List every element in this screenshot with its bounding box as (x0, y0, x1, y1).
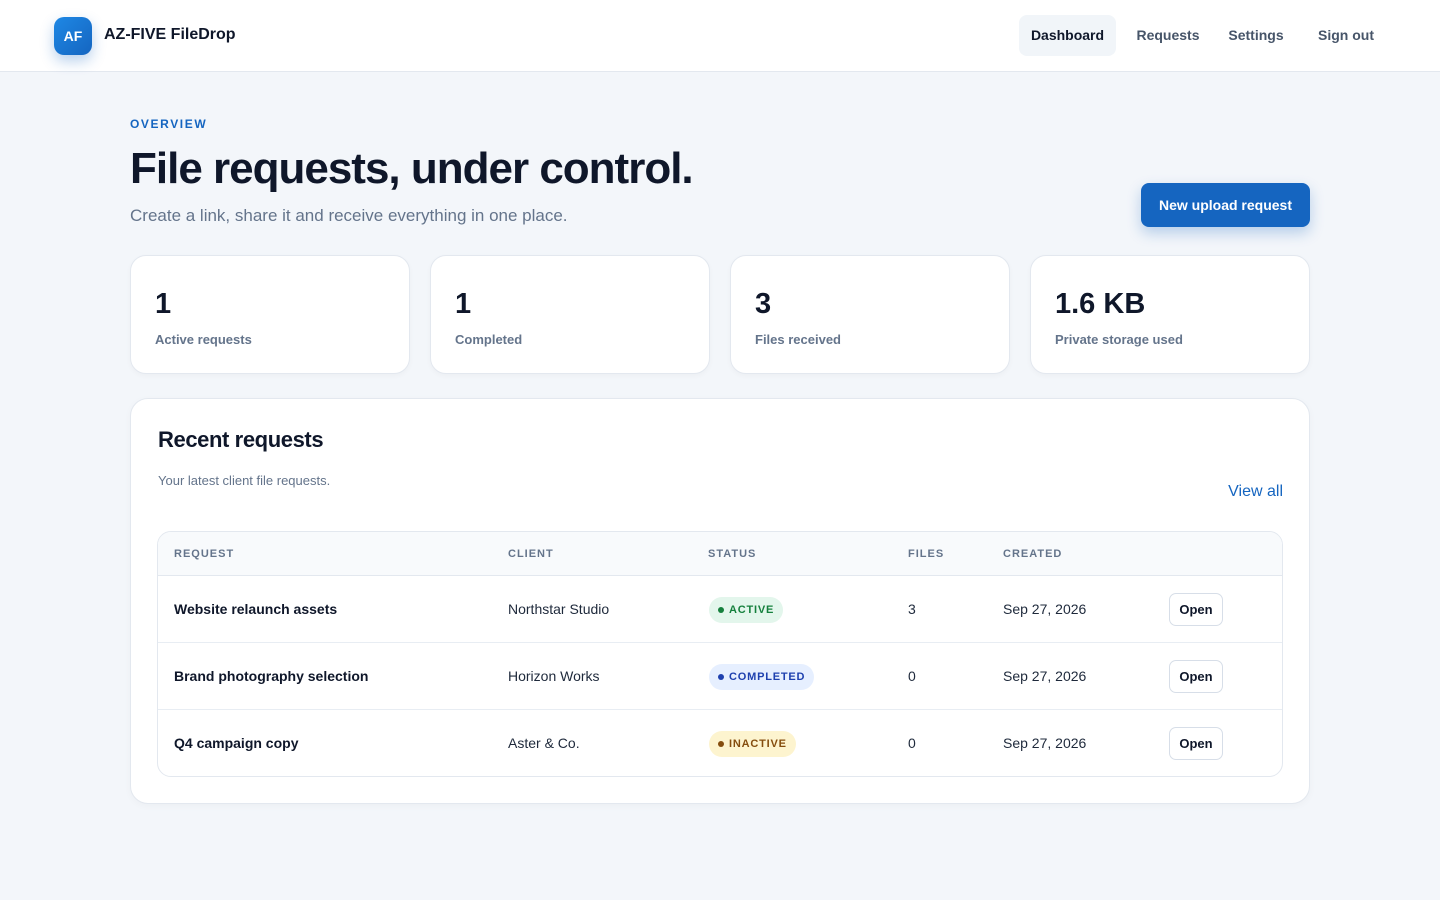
section-eyebrow: OVERVIEW (130, 117, 208, 131)
created-date: Sep 27, 2026 (1003, 668, 1087, 684)
client-name: Aster & Co. (508, 735, 580, 751)
panel-title: Recent requests (158, 427, 324, 452)
new-upload-request-button[interactable]: New upload request (1141, 183, 1310, 227)
created-date: Sep 27, 2026 (1003, 601, 1087, 617)
status-badge: INACTIVE (709, 731, 796, 757)
nav-dashboard[interactable]: Dashboard (1019, 15, 1116, 56)
file-count: 0 (908, 668, 916, 684)
open-request-button[interactable]: Open (1169, 593, 1223, 626)
requests-table: REQUEST CLIENT STATUS FILES CREATED Webs… (157, 531, 1283, 777)
column-header-status[interactable]: STATUS (708, 548, 756, 560)
stat-card-completed: 1 Completed (430, 255, 710, 374)
stat-label: Active requests (155, 332, 252, 347)
stat-value: 1 (455, 288, 472, 320)
view-all-link[interactable]: View all (1228, 483, 1283, 501)
status-badge: COMPLETED (709, 664, 815, 690)
table-row[interactable]: Q4 campaign copy Aster & Co. INACTIVE 0 … (158, 710, 1282, 776)
column-header-request[interactable]: REQUEST (174, 548, 234, 560)
stat-label: Completed (455, 332, 523, 347)
request-name[interactable]: Website relaunch assets (174, 576, 337, 643)
stat-card-storage-used: 1.6 KB Private storage used (1030, 255, 1310, 374)
stat-card-active-requests: 1 Active requests (130, 255, 410, 374)
created-date: Sep 27, 2026 (1003, 735, 1087, 751)
column-header-files[interactable]: FILES (908, 548, 944, 560)
table-row[interactable]: Website relaunch assets Northstar Studio… (158, 576, 1282, 643)
client-name: Northstar Studio (508, 601, 610, 617)
stat-card-files-received: 3 Files received (730, 255, 1010, 374)
client-name: Horizon Works (508, 668, 600, 684)
stat-value: 1.6 KB (1055, 288, 1146, 320)
open-request-button[interactable]: Open (1169, 727, 1223, 760)
nav-requests[interactable]: Requests (1128, 15, 1208, 56)
column-header-created[interactable]: CREATED (1003, 548, 1062, 560)
stat-value: 1 (155, 288, 172, 320)
file-count: 3 (908, 601, 916, 617)
stat-value: 3 (755, 288, 772, 320)
app-logo[interactable]: AF (54, 17, 92, 55)
status-text: INACTIVE (729, 738, 787, 750)
open-request-button[interactable]: Open (1169, 660, 1223, 693)
nav-settings[interactable]: Settings (1216, 15, 1296, 56)
column-header-client[interactable]: CLIENT (508, 548, 554, 560)
stat-label: Private storage used (1055, 332, 1183, 347)
status-text: COMPLETED (729, 671, 806, 683)
request-name[interactable]: Q4 campaign copy (174, 710, 298, 776)
panel-subtitle: Your latest client file requests. (158, 473, 331, 488)
app-name[interactable]: AZ-FIVE FileDrop (104, 26, 236, 44)
status-dot-icon (718, 674, 724, 680)
table-header: REQUEST CLIENT STATUS FILES CREATED (158, 532, 1282, 576)
table-row[interactable]: Brand photography selection Horizon Work… (158, 643, 1282, 710)
page-title: File requests, under control. (130, 144, 694, 193)
request-name[interactable]: Brand photography selection (174, 643, 368, 710)
stat-label: Files received (755, 332, 841, 347)
recent-requests-panel: Recent requests Your latest client file … (130, 398, 1310, 804)
top-header: AF AZ-FIVE FileDrop Dashboard Requests S… (0, 0, 1440, 72)
nav-sign-out[interactable]: Sign out (1304, 15, 1388, 56)
page-subtitle: Create a link, share it and receive ever… (130, 206, 568, 225)
status-dot-icon (718, 741, 724, 747)
status-dot-icon (718, 607, 724, 613)
status-badge: ACTIVE (709, 597, 784, 623)
file-count: 0 (908, 735, 916, 751)
status-text: ACTIVE (729, 604, 775, 616)
